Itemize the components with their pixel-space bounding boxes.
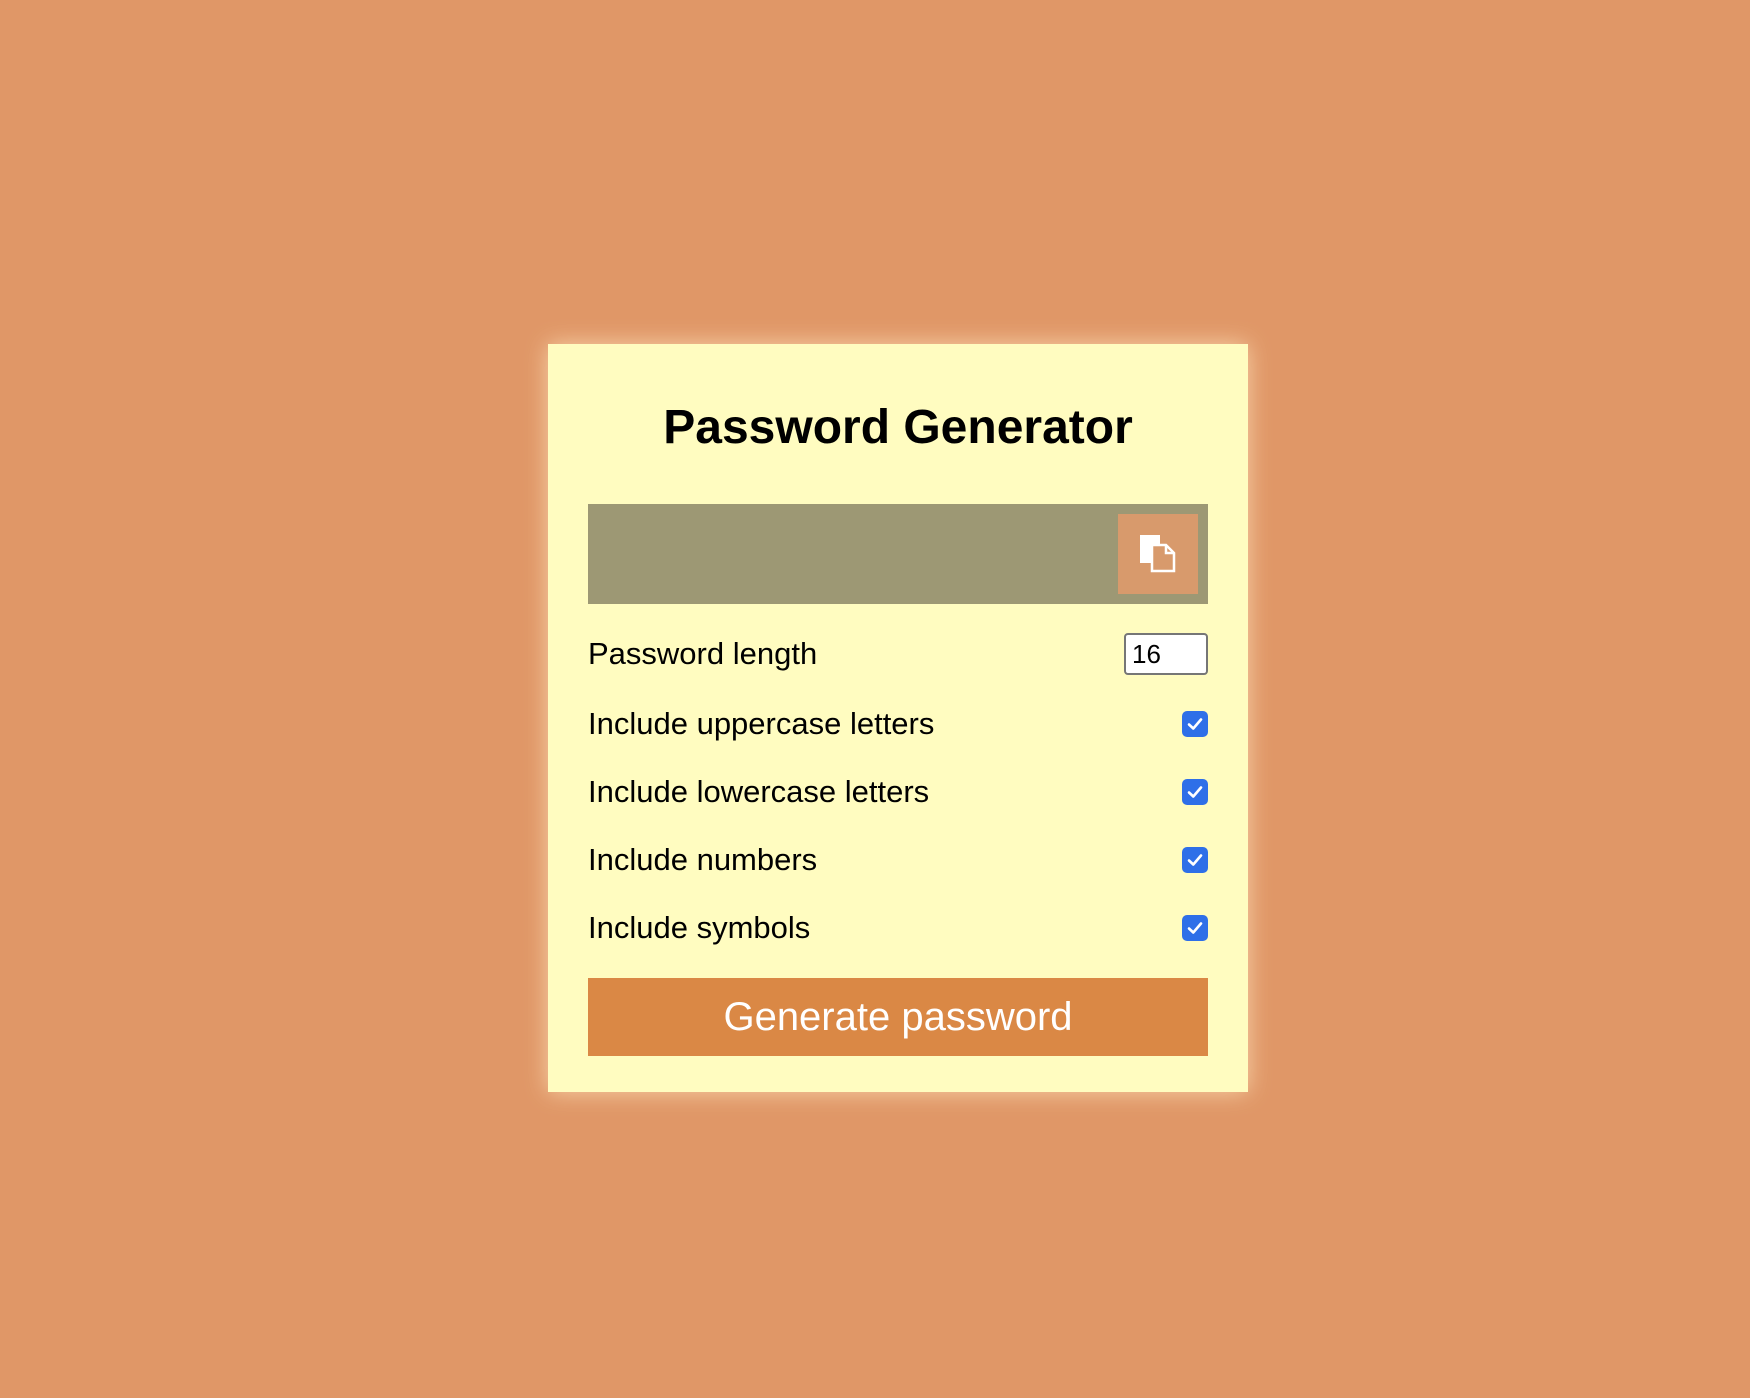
uppercase-row: Include uppercase letters: [588, 702, 1208, 746]
password-result-display: [588, 504, 1208, 604]
uppercase-label: Include uppercase letters: [588, 706, 935, 741]
copy-button[interactable]: [1118, 514, 1198, 594]
lowercase-checkbox[interactable]: [1182, 779, 1208, 805]
uppercase-checkbox[interactable]: [1182, 711, 1208, 737]
password-length-label: Password length: [588, 636, 818, 671]
copy-icon: [1136, 531, 1180, 578]
lowercase-row: Include lowercase letters: [588, 770, 1208, 814]
checkmark-icon: [1187, 786, 1203, 798]
lowercase-label: Include lowercase letters: [588, 774, 930, 809]
generate-password-button[interactable]: Generate password: [588, 978, 1208, 1056]
numbers-label: Include numbers: [588, 842, 818, 877]
numbers-checkbox[interactable]: [1182, 847, 1208, 873]
checkmark-icon: [1187, 854, 1203, 866]
symbols-checkbox[interactable]: [1182, 915, 1208, 941]
symbols-label: Include symbols: [588, 910, 811, 945]
password-length-row: Password length: [588, 632, 1208, 676]
checkmark-icon: [1187, 718, 1203, 730]
numbers-row: Include numbers: [588, 838, 1208, 882]
symbols-row: Include symbols: [588, 906, 1208, 950]
page-title: Password Generator: [663, 401, 1133, 454]
password-generator-card: Password Generator Password length Inclu…: [548, 344, 1248, 1092]
password-length-input[interactable]: [1124, 633, 1208, 675]
checkmark-icon: [1187, 922, 1203, 934]
